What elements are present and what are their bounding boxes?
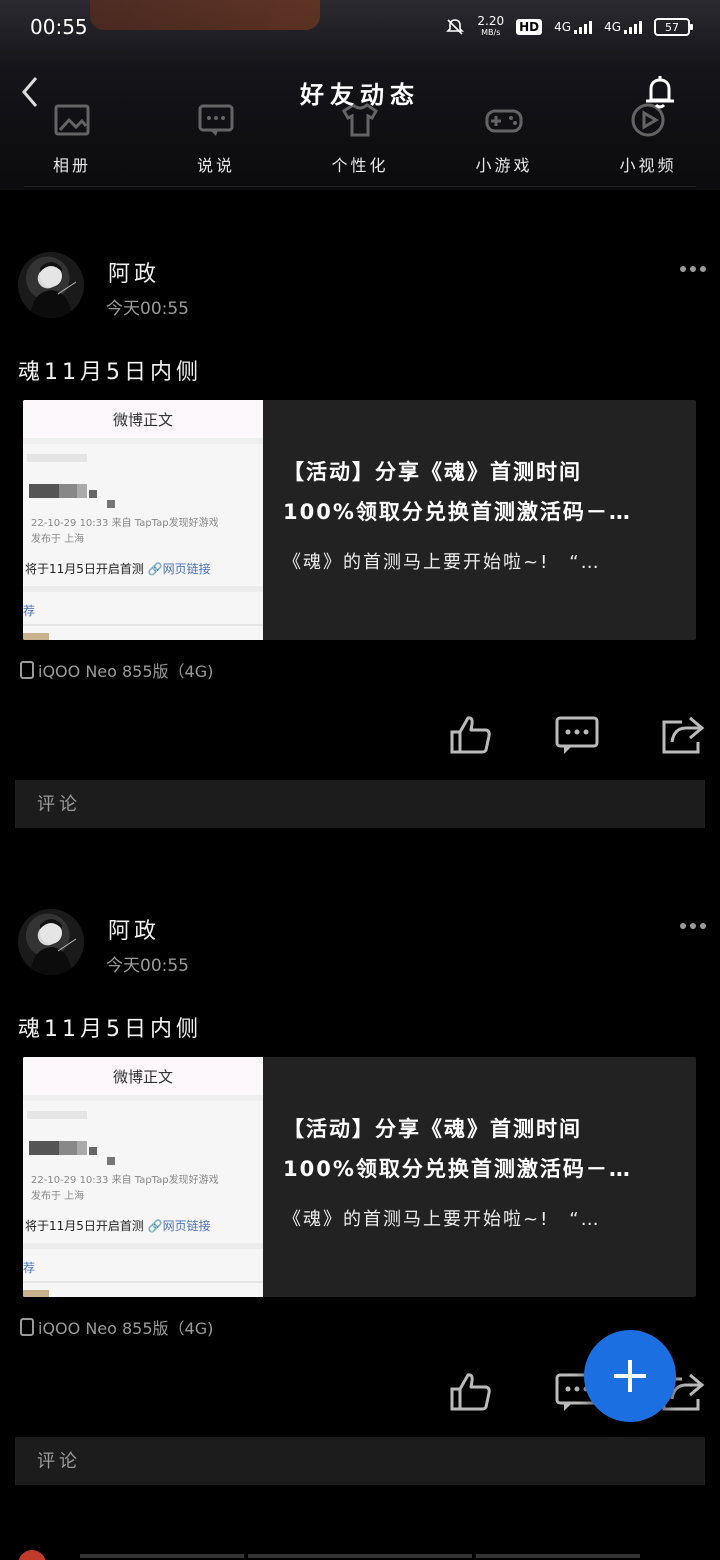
signal-bars-icon (574, 20, 593, 34)
mute-bell-icon (445, 17, 465, 37)
sim2-label: 4G (604, 20, 621, 34)
quick-nav-label: 个性化 (331, 156, 389, 175)
sim1-signal: 4G (554, 20, 593, 34)
card-thumbnail: 微博正文 22-10-29 10:33 来自 TapTap发现好游戏 发布于 上… (23, 1057, 263, 1297)
card-title-line2: 100%领取分兑换首测激活码－… (283, 500, 632, 524)
device-info: iQOO Neo 855版（4G) (20, 1315, 213, 1339)
card-title-line2: 100%领取分兑换首测激活码－… (283, 1157, 632, 1181)
shared-link-card[interactable]: 微博正文 22-10-29 10:33 来自 TapTap发现好游戏 发布于 上… (23, 1057, 696, 1297)
thumb-recommend: 荐 (23, 1261, 36, 1275)
quick-nav-mini-games[interactable]: 小游戏 (454, 100, 554, 182)
battery-icon: 57 (654, 18, 693, 36)
comment-input[interactable]: 评论 (15, 1437, 705, 1485)
card-thumbnail: 微博正文 22-10-29 10:33 来自 TapTap发现好游戏 发布于 上… (23, 400, 263, 640)
more-options-button[interactable] (680, 923, 706, 929)
card-text: 【活动】分享《魂》首测时间 100%领取分兑换首测激活码－… 《魂》的首测马上要… (263, 1057, 696, 1297)
shared-link-card[interactable]: 微博正文 22-10-29 10:33 来自 TapTap发现好游戏 发布于 上… (23, 400, 696, 640)
thumb-header: 微博正文 (23, 400, 263, 444)
net-speed-value: 2.20 (477, 14, 505, 28)
header-divider (24, 186, 696, 187)
plus-icon (614, 1360, 646, 1392)
post-username[interactable]: 阿政 (108, 256, 160, 288)
share-icon[interactable] (660, 712, 706, 758)
quick-nav-personalize[interactable]: 个性化 (310, 100, 410, 182)
comment-icon[interactable] (554, 712, 600, 758)
status-icons: 2.20 MB/s HD 4G 4G 57 (445, 14, 693, 38)
sim2-signal: 4G (604, 20, 642, 34)
create-post-button[interactable] (584, 1330, 676, 1422)
thumb-location: 发布于 上海 (31, 1191, 85, 1202)
quick-nav-mini-video[interactable]: 小视频 (598, 100, 698, 182)
thumb-location: 发布于 上海 (31, 534, 85, 545)
thumb-link: 🔗网页链接 (147, 562, 211, 576)
post-actions (448, 712, 706, 758)
net-speed: 2.20 MB/s (477, 14, 505, 38)
more-options-button[interactable] (680, 266, 706, 272)
phone-icon (20, 1318, 34, 1336)
quick-nav-label: 小游戏 (475, 156, 533, 175)
device-label: iQOO Neo 855版（4G) (38, 662, 214, 681)
quick-nav-label: 小视频 (619, 156, 677, 175)
quick-nav-label: 相册 (52, 156, 91, 175)
thumb-meta: 22-10-29 10:33 来自 TapTap发现好游戏 (31, 518, 219, 529)
post-text: 魂11月5日内侧 (18, 1017, 202, 1042)
card-title-line1: 【活动】分享《魂》首测时间 (283, 1117, 582, 1141)
status-bar: 00:55 2.20 MB/s HD 4G 4G 57 (0, 0, 720, 54)
comment-input[interactable]: 评论 (15, 780, 705, 828)
avatar (18, 1550, 46, 1560)
gamepad-icon (485, 109, 523, 133)
quick-nav: 相册 说说 个性化 小游戏 小视频 (0, 100, 720, 182)
device-info: iQOO Neo 855版（4G) (20, 658, 213, 682)
video-play-icon (631, 103, 665, 137)
thumb-line: 将于11月5日开启首测 🔗网页链接 (25, 562, 211, 576)
sim1-label: 4G (554, 20, 572, 34)
card-subtitle: 《魂》的首测马上要开始啦~! “… (283, 1209, 601, 1230)
thumb-meta: 22-10-29 10:33 来自 TapTap发现好游戏 (31, 1175, 219, 1186)
card-text: 【活动】分享《魂》首测时间 100%领取分兑换首测激活码－… 《魂》的首测马上要… (263, 400, 696, 640)
quick-nav-photo-album[interactable]: 相册 (22, 100, 122, 182)
thumb-line: 将于11月5日开启首测 🔗网页链接 (25, 1219, 211, 1233)
post-username[interactable]: 阿政 (108, 913, 160, 945)
thumb-header: 微博正文 (23, 1057, 263, 1101)
signal-bars-icon (624, 20, 642, 34)
thumbs-up-icon[interactable] (448, 1369, 494, 1415)
photo-album-icon (54, 104, 90, 136)
quick-nav-shuoshuo[interactable]: 说说 (166, 100, 266, 182)
status-time: 00:55 (30, 15, 88, 39)
quick-nav-label: 说说 (196, 156, 235, 175)
avatar[interactable] (18, 909, 84, 975)
post-time: 今天00:55 (106, 956, 189, 976)
thumb-link: 🔗网页链接 (147, 1219, 211, 1233)
card-title-line1: 【活动】分享《魂》首测时间 (283, 460, 582, 484)
thumbs-up-icon[interactable] (448, 712, 494, 758)
post-text: 魂11月5日内侧 (18, 360, 202, 385)
phone-icon (20, 661, 34, 679)
card-subtitle: 《魂》的首测马上要开始啦~! “… (283, 552, 601, 573)
next-post-peek (0, 1550, 720, 1560)
avatar[interactable] (18, 252, 84, 318)
battery-level: 57 (665, 20, 679, 34)
post-time: 今天00:55 (106, 299, 189, 319)
thumb-recommend: 荐 (23, 604, 36, 618)
device-label: iQOO Neo 855版（4G) (38, 1319, 214, 1338)
tshirt-icon (342, 103, 378, 137)
net-speed-unit: MB/s (481, 28, 501, 37)
hd-icon: HD (516, 19, 543, 35)
chat-bubble-icon (198, 104, 234, 136)
